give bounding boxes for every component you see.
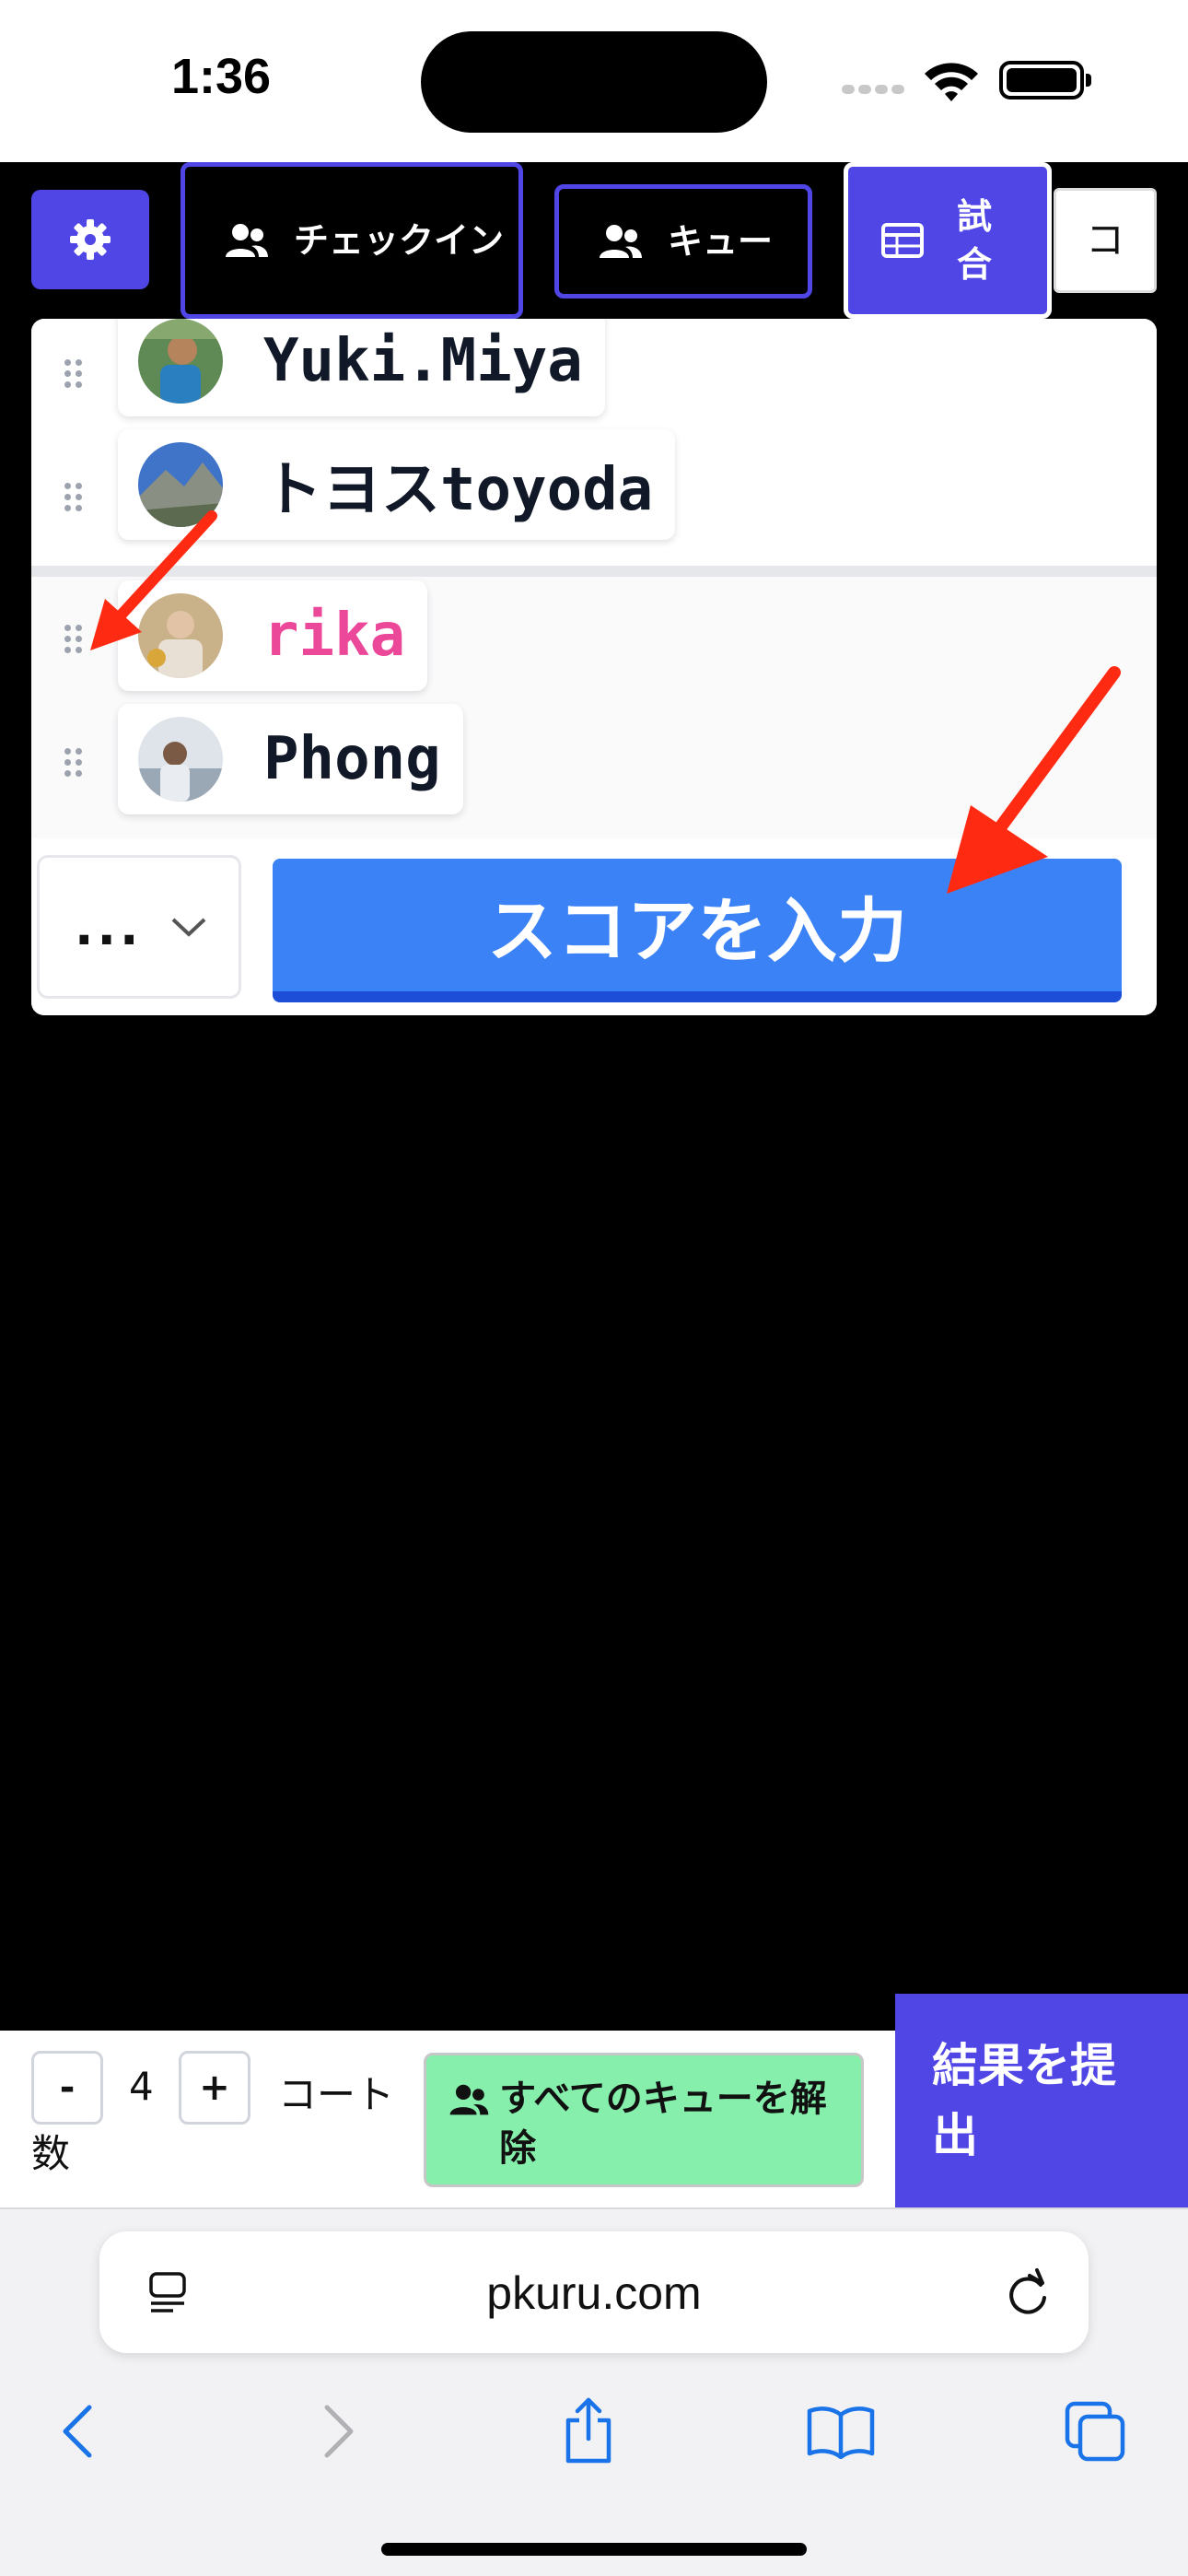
court-count-label-cont: 数 bbox=[31, 2131, 71, 2176]
tab-checkin-label: チェックイン bbox=[294, 220, 505, 261]
player-name: Yuki.Miya bbox=[263, 327, 583, 395]
drag-handle-icon[interactable] bbox=[64, 359, 85, 391]
status-time: 1:36 bbox=[171, 49, 272, 104]
increase-courts-button[interactable]: + bbox=[179, 2051, 250, 2125]
tabs-icon bbox=[1065, 2401, 1125, 2462]
chevron-right-icon bbox=[324, 2405, 354, 2458]
bookmarks-button[interactable] bbox=[799, 2390, 882, 2473]
court-count-label: コート bbox=[278, 2072, 395, 2117]
reload-icon[interactable] bbox=[1004, 2266, 1052, 2318]
annotation-arrow bbox=[947, 666, 1121, 894]
release-all-queues-label: すべてのキューを解除 bbox=[499, 2078, 827, 2170]
home-indicator bbox=[381, 2543, 807, 2556]
tabs-button[interactable] bbox=[1054, 2390, 1136, 2473]
tab-court-label: コ bbox=[1085, 217, 1124, 263]
more-options-select[interactable]: ... bbox=[37, 855, 241, 999]
avatar bbox=[138, 717, 223, 802]
court-count-value: 4 bbox=[129, 2064, 154, 2109]
annotation-arrow bbox=[90, 510, 217, 650]
chevron-left-icon bbox=[63, 2405, 92, 2458]
status-bar: 1:36 bbox=[0, 0, 1188, 162]
submit-results-label: 結果を提出 bbox=[932, 2039, 1116, 2162]
drag-handle-icon[interactable] bbox=[64, 748, 85, 779]
users-icon bbox=[226, 224, 268, 257]
submit-results-button[interactable]: 結果を提出 bbox=[895, 1994, 1188, 2207]
release-all-queues-button[interactable]: すべてのキューを解除 bbox=[424, 2053, 864, 2187]
battery-icon bbox=[999, 61, 1091, 100]
tab-checkin[interactable]: チェックイン bbox=[181, 162, 523, 319]
chevron-down-icon bbox=[171, 918, 205, 937]
tab-match[interactable]: 試合 bbox=[844, 162, 1052, 319]
tab-match-label: 試合 bbox=[957, 196, 993, 285]
player-name: Phong bbox=[263, 725, 441, 793]
url-text: pkuru.com bbox=[486, 2267, 702, 2319]
player-chip[interactable]: Yuki.Miya bbox=[118, 319, 605, 416]
share-icon bbox=[565, 2397, 611, 2464]
top-tab-bar: チェックイン キュー 試合 コ bbox=[0, 162, 1188, 319]
tab-court[interactable]: コ bbox=[1054, 188, 1157, 293]
wifi-icon bbox=[925, 63, 978, 101]
player-name: rika bbox=[263, 602, 406, 670]
book-icon bbox=[807, 2406, 875, 2459]
more-options-label: ... bbox=[75, 897, 143, 956]
avatar bbox=[138, 319, 223, 404]
gear-icon bbox=[70, 219, 111, 260]
player-chip[interactable]: Phong bbox=[118, 704, 463, 814]
users-icon bbox=[449, 2084, 489, 2115]
tab-queue[interactable]: キュー bbox=[554, 184, 812, 299]
users-icon bbox=[600, 225, 642, 258]
player-name: トヨスtoyoda bbox=[263, 456, 654, 524]
forward-button[interactable] bbox=[297, 2390, 379, 2473]
address-bar[interactable]: pkuru.com bbox=[99, 2231, 1089, 2353]
browser-toolbar: pkuru.com bbox=[0, 2207, 1188, 2576]
back-button[interactable] bbox=[37, 2390, 120, 2473]
share-button[interactable] bbox=[547, 2390, 630, 2473]
tab-queue-label: キュー bbox=[668, 221, 774, 262]
decrease-courts-button[interactable]: - bbox=[31, 2051, 103, 2125]
dynamic-island bbox=[421, 31, 767, 133]
settings-button[interactable] bbox=[31, 190, 149, 289]
table-icon bbox=[881, 223, 924, 258]
player-row[interactable]: Yuki.Miya bbox=[31, 319, 1157, 439]
